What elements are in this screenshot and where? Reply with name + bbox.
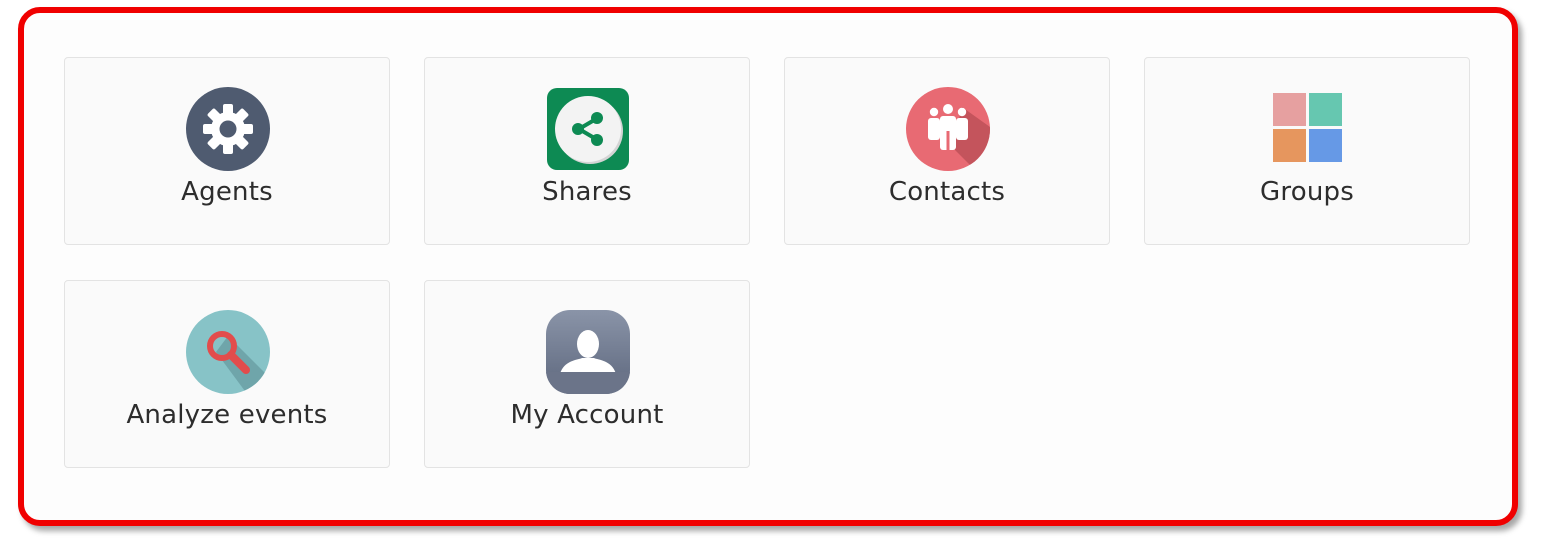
tile-label: Agents bbox=[181, 177, 273, 207]
tile-agents[interactable]: Agents bbox=[64, 57, 390, 245]
share-icon bbox=[546, 87, 630, 171]
tile-contacts[interactable]: Contacts bbox=[784, 57, 1110, 245]
tile-label: Contacts bbox=[888, 177, 1006, 207]
tile-my-account[interactable]: My Account bbox=[424, 280, 750, 468]
tile-label: Shares bbox=[542, 177, 632, 207]
highlight-frame: Agents Shares Contacts Groups Analyze ev… bbox=[18, 7, 1518, 526]
user-account-icon bbox=[546, 310, 630, 394]
contacts-icon bbox=[906, 87, 990, 171]
tile-shares[interactable]: Shares bbox=[424, 57, 750, 245]
groups-grid-icon bbox=[1266, 87, 1350, 171]
tile-analyze-events[interactable]: Analyze events bbox=[64, 280, 390, 468]
tile-groups[interactable]: Groups bbox=[1144, 57, 1470, 245]
magnifier-icon bbox=[186, 310, 270, 394]
tile-label: Groups bbox=[1260, 177, 1354, 207]
tile-label: Analyze events bbox=[126, 400, 328, 430]
tile-label: My Account bbox=[510, 400, 664, 430]
gear-icon bbox=[186, 87, 270, 171]
